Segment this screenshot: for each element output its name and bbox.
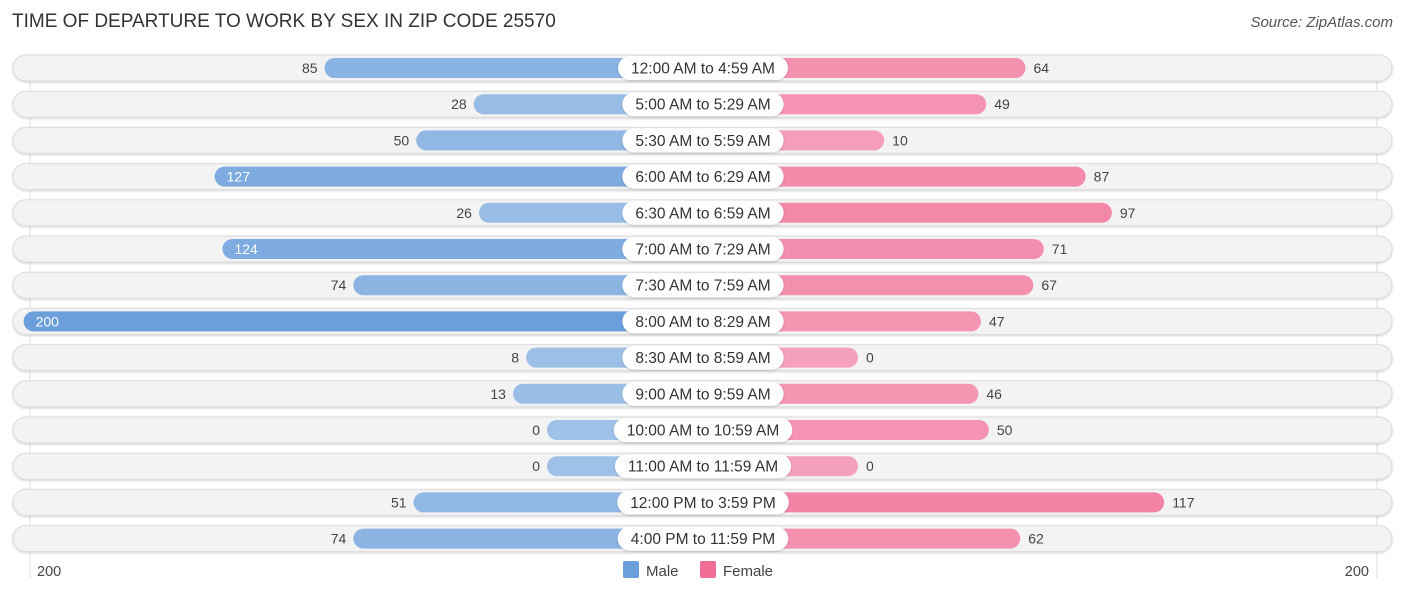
- chart-row: 74 67 7:30 AM to 7:59 AM: [12, 271, 1393, 299]
- male-value-label: 50: [394, 132, 410, 148]
- chart-canvas: 85 64 12:00 AM to 4:59 AM 28 49 5:00 AM to 5:…: [12, 54, 1393, 580]
- male-value-label: 74: [331, 277, 347, 293]
- male-value-label: 85: [302, 60, 318, 76]
- male-value-label: 26: [456, 205, 472, 221]
- female-value-label: 64: [1033, 60, 1049, 76]
- axis-label-right: 200: [1345, 564, 1369, 580]
- male-value-label: 0: [532, 422, 540, 438]
- female-value-label: 10: [892, 132, 908, 148]
- male-value-label: 28: [451, 96, 467, 112]
- male-value-label: 74: [331, 531, 347, 547]
- chart-row: 13 46 9:00 AM to 9:59 AM: [12, 380, 1393, 408]
- category-label: 5:00 AM to 5:29 AM: [635, 97, 770, 114]
- chart-row: 26 97 6:30 AM to 6:59 AM: [12, 199, 1393, 227]
- female-value-label: 47: [989, 313, 1005, 329]
- chart-row: 51 117 12:00 PM to 3:59 PM: [12, 488, 1393, 516]
- male-value-label: 127: [227, 169, 251, 185]
- chart-row: 127 87 6:00 AM to 6:29 AM: [12, 163, 1393, 191]
- female-value-label: 50: [997, 422, 1013, 438]
- chart-row: 200 47 8:00 AM to 8:29 AM: [12, 307, 1393, 335]
- female-value-label: 97: [1120, 205, 1136, 221]
- legend-item-female[interactable]: Female: [700, 561, 773, 580]
- category-label: 8:00 AM to 8:29 AM: [635, 314, 770, 331]
- female-value-label: 71: [1052, 241, 1068, 257]
- legend-label-male: Male: [646, 563, 679, 580]
- chart-row: 124 71 7:00 AM to 7:29 AM: [12, 235, 1393, 263]
- chart-row: 85 64 12:00 AM to 4:59 AM: [12, 54, 1393, 82]
- category-label: 9:00 AM to 9:59 AM: [635, 386, 770, 403]
- female-value-label: 62: [1028, 531, 1044, 547]
- category-label: 12:00 AM to 4:59 AM: [631, 61, 775, 78]
- male-value-label: 13: [490, 386, 506, 402]
- male-value-label: 124: [234, 241, 258, 257]
- category-label: 4:00 PM to 11:59 PM: [631, 531, 775, 548]
- category-label: 10:00 AM to 10:59 AM: [627, 423, 780, 440]
- category-label: 8:30 AM to 8:59 AM: [635, 350, 770, 367]
- chart-row: 0 50 10:00 AM to 10:59 AM: [12, 416, 1393, 444]
- male-value-label: 200: [36, 313, 60, 329]
- male-value-label: 8: [511, 350, 519, 366]
- category-label: 6:00 AM to 6:29 AM: [635, 169, 770, 186]
- legend-label-female: Female: [723, 563, 773, 580]
- category-label: 5:30 AM to 5:59 AM: [635, 133, 770, 150]
- female-value-label: 0: [866, 458, 874, 474]
- chart-row: 74 62 4:00 PM to 11:59 PM: [12, 525, 1393, 553]
- category-label: 6:30 AM to 6:59 AM: [635, 205, 770, 222]
- female-value-label: 46: [986, 386, 1002, 402]
- chart-row: 50 10 5:30 AM to 5:59 AM: [12, 126, 1393, 154]
- chart-row: 8 0 8:30 AM to 8:59 AM: [12, 344, 1393, 372]
- chart-row: 0 0 11:00 AM to 11:59 AM: [12, 452, 1393, 480]
- axis-label-left: 200: [37, 564, 61, 580]
- female-value-label: 117: [1172, 494, 1195, 510]
- category-label: 7:00 AM to 7:29 AM: [635, 242, 770, 259]
- legend-swatch-female: [700, 561, 716, 578]
- category-label: 12:00 PM to 3:59 PM: [630, 495, 776, 512]
- legend-item-male[interactable]: Male: [623, 561, 679, 580]
- female-value-label: 0: [866, 350, 874, 366]
- female-value-label: 87: [1094, 169, 1110, 185]
- category-label: 7:30 AM to 7:59 AM: [635, 278, 770, 295]
- male-value-label: 0: [532, 458, 540, 474]
- male-bar[interactable]: [23, 311, 704, 332]
- legend-swatch-male: [623, 561, 639, 578]
- female-value-label: 49: [994, 96, 1010, 112]
- category-label: 11:00 AM to 11:59 AM: [628, 459, 778, 476]
- male-value-label: 51: [391, 494, 407, 510]
- chart-row: 28 49 5:00 AM to 5:29 AM: [12, 90, 1393, 118]
- female-value-label: 67: [1041, 277, 1057, 293]
